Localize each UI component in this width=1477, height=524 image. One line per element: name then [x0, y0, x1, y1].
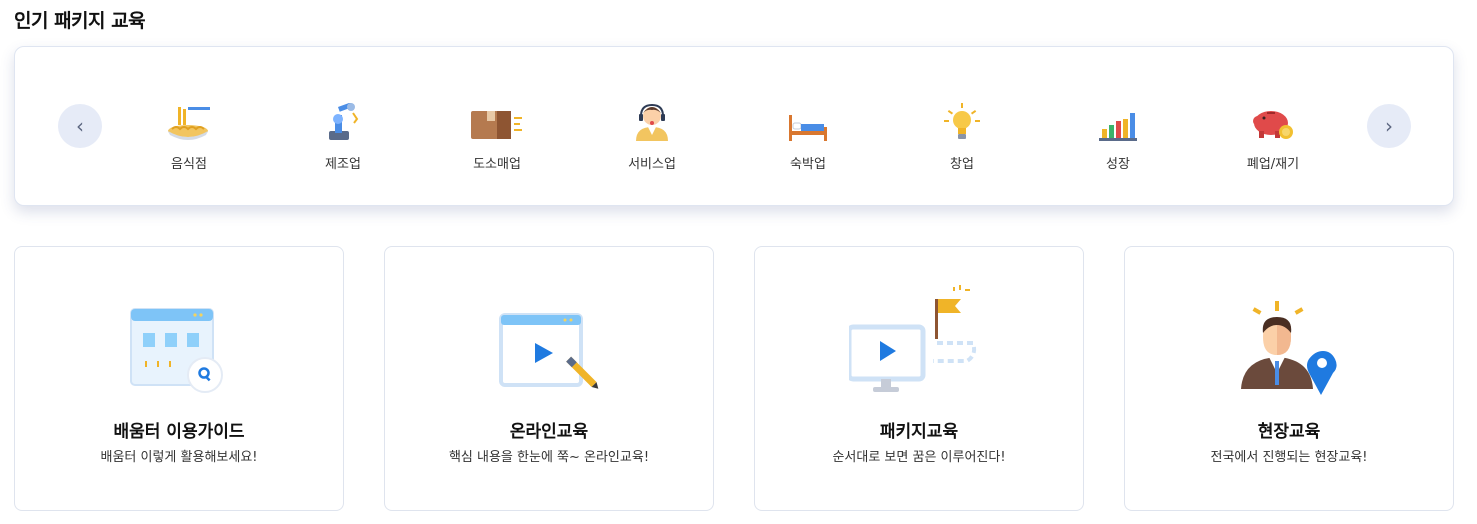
- category-item-closure-restart[interactable]: 폐업/재기: [1213, 95, 1333, 172]
- carousel-next-button[interactable]: ›: [1367, 104, 1411, 148]
- category-label: 성장: [1106, 157, 1130, 172]
- piggy-bank-icon: [1213, 95, 1333, 141]
- video-pencil-icon: [385, 275, 713, 395]
- card-title: 현장교육: [1257, 422, 1321, 442]
- category-item-startup[interactable]: 창업: [902, 95, 1022, 172]
- category-carousel: ‹ 음식점 제조업 도소매업 서비스업 숙박업 창업 성장 폐업/재기 ›: [14, 46, 1454, 206]
- robot-arm-icon: [283, 95, 403, 141]
- card-title: 온라인교육: [509, 422, 589, 442]
- chevron-left-icon: ‹: [76, 114, 84, 138]
- card-title: 배움터 이용가이드: [113, 422, 245, 442]
- category-item-restaurant[interactable]: 음식점: [129, 95, 249, 172]
- person-location-icon: [1125, 275, 1453, 395]
- headset-agent-icon: [592, 95, 712, 141]
- category-item-service[interactable]: 서비스업: [592, 95, 712, 172]
- card-online-education[interactable]: 온라인교육 핵심 내용을 한눈에 쭉~ 온라인교육!: [384, 246, 714, 511]
- delivery-box-icon: [437, 95, 557, 141]
- section-title: 인기 패키지 교육: [14, 10, 146, 32]
- category-item-lodging[interactable]: 숙박업: [748, 95, 868, 172]
- category-label: 도소매업: [473, 157, 521, 172]
- card-usage-guide[interactable]: 배움터 이용가이드 배움터 이렇게 활용해보세요!: [14, 246, 344, 511]
- card-package-education[interactable]: 패키지교육 순서대로 보면 꿈은 이루어진다!: [754, 246, 1084, 511]
- card-description: 전국에서 진행되는 현장교육!: [1210, 450, 1368, 465]
- chevron-right-icon: ›: [1385, 114, 1393, 138]
- card-description: 순서대로 보면 꿈은 이루어진다!: [832, 450, 1006, 465]
- category-item-growth[interactable]: 성장: [1058, 95, 1178, 172]
- carousel-prev-button[interactable]: ‹: [58, 104, 102, 148]
- card-title: 패키지교육: [879, 422, 959, 442]
- monitor-flag-icon: [755, 275, 1083, 395]
- bar-chart-icon: [1058, 95, 1178, 141]
- category-label: 폐업/재기: [1246, 157, 1300, 172]
- bed-icon: [748, 95, 868, 141]
- card-description: 배움터 이렇게 활용해보세요!: [100, 450, 258, 465]
- lightbulb-icon: [902, 95, 1022, 141]
- card-description: 핵심 내용을 한눈에 쭉~ 온라인교육!: [448, 450, 650, 465]
- category-label: 숙박업: [790, 157, 826, 172]
- category-label: 제조업: [325, 157, 361, 172]
- category-item-wholesale-retail[interactable]: 도소매업: [437, 95, 557, 172]
- browser-search-icon: [15, 275, 343, 395]
- category-label: 음식점: [171, 157, 207, 172]
- category-label: 서비스업: [628, 157, 676, 172]
- category-item-manufacturing[interactable]: 제조업: [283, 95, 403, 172]
- noodle-bowl-icon: [129, 95, 249, 141]
- category-label: 창업: [950, 157, 974, 172]
- card-onsite-education[interactable]: 현장교육 전국에서 진행되는 현장교육!: [1124, 246, 1454, 511]
